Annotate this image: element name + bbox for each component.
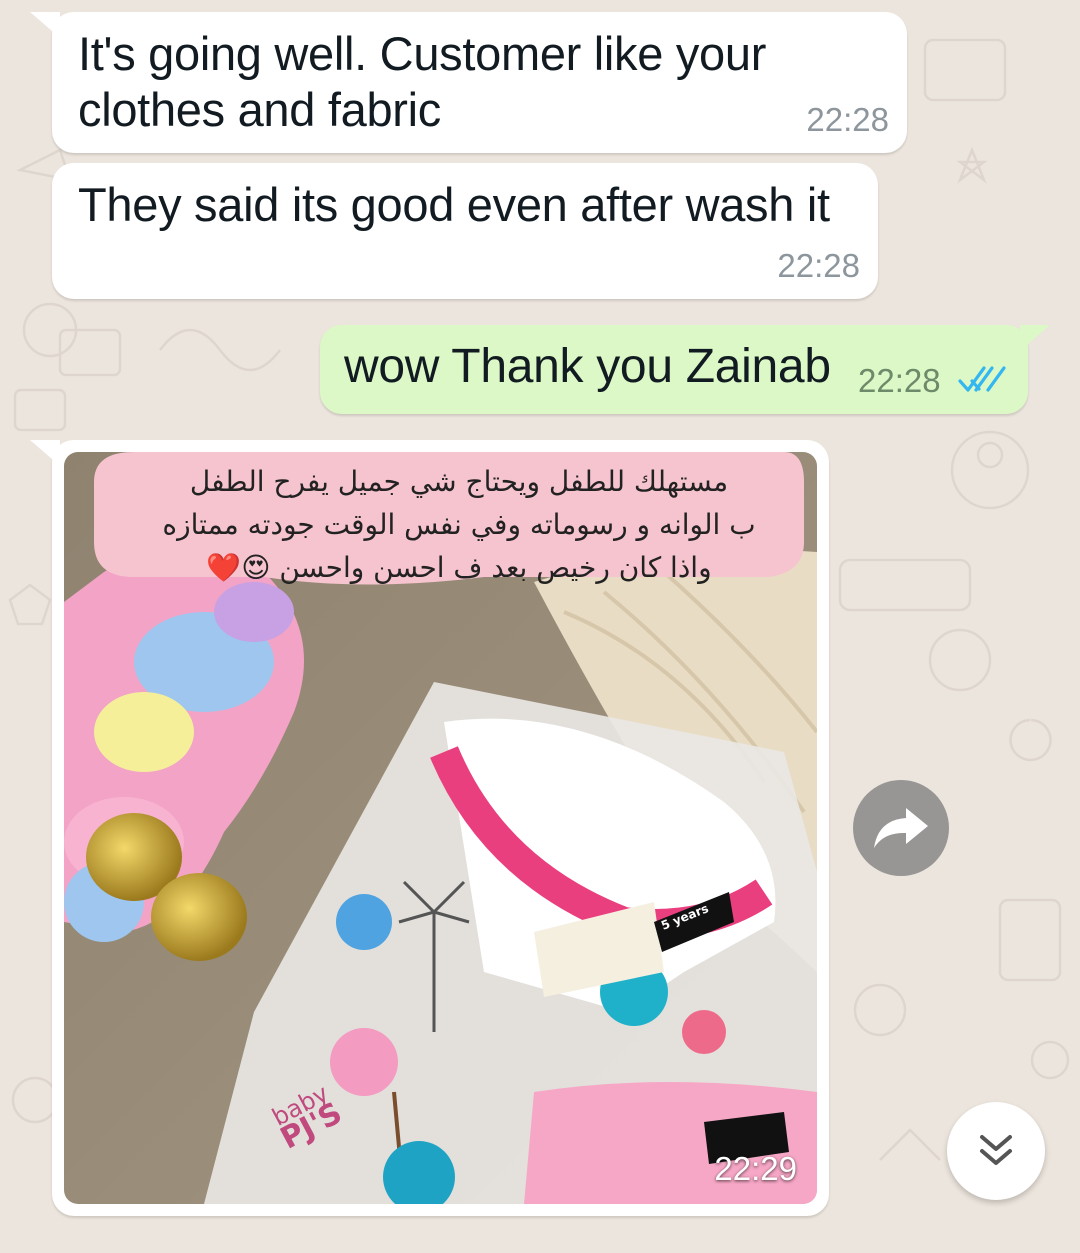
message-timestamp: 22:29 — [714, 1150, 797, 1187]
message-text: wow Thank you Zainab — [344, 340, 831, 393]
incoming-message-bubble[interactable]: They said its good even after wash it 22… — [52, 163, 878, 299]
photo-overlay-line: مستهلك للطفل ويحتاج شي جميل يفرح الطفل — [189, 465, 729, 498]
scroll-to-bottom-button[interactable] — [947, 1102, 1045, 1200]
outgoing-message-bubble[interactable]: wow Thank you Zainab 22:28 — [320, 325, 1050, 414]
incoming-image-message[interactable]: مستهلك للطفل ويحتاج شي جميل يفرح الطفل ب… — [30, 440, 829, 1216]
bubble-tail — [1020, 325, 1050, 351]
message-text: They said its good even after wash it — [78, 178, 830, 231]
double-check-read-icon — [958, 366, 1006, 392]
message-timestamp: 22:28 — [806, 101, 889, 138]
message-photo[interactable]: مستهلك للطفل ويحتاج شي جميل يفرح الطفل ب… — [64, 452, 817, 1204]
message-timestamp: 22:28 — [777, 247, 860, 284]
photo-overlay-text: مستهلك للطفل ويحتاج شي جميل يفرح الطفل ب… — [114, 460, 804, 589]
double-chevron-down-icon — [980, 1135, 1012, 1165]
forward-button[interactable] — [853, 780, 949, 876]
incoming-message-bubble[interactable]: It's going well. Customer like your clot… — [30, 12, 907, 153]
message-timestamp: 22:28 — [858, 362, 941, 399]
photo-overlay-line: واذا كان رخيص بعد ف احسن واحسن 😍❤️ — [206, 551, 712, 584]
forward-arrow-icon — [874, 808, 928, 848]
bubble-tail — [30, 12, 60, 38]
message-text: It's going well. Customer like your clot… — [78, 27, 767, 136]
photo-overlay-line: ب الوانه و رسوماته وفي نفس الوقت جودته م… — [162, 508, 756, 541]
bubble-tail — [30, 440, 60, 466]
